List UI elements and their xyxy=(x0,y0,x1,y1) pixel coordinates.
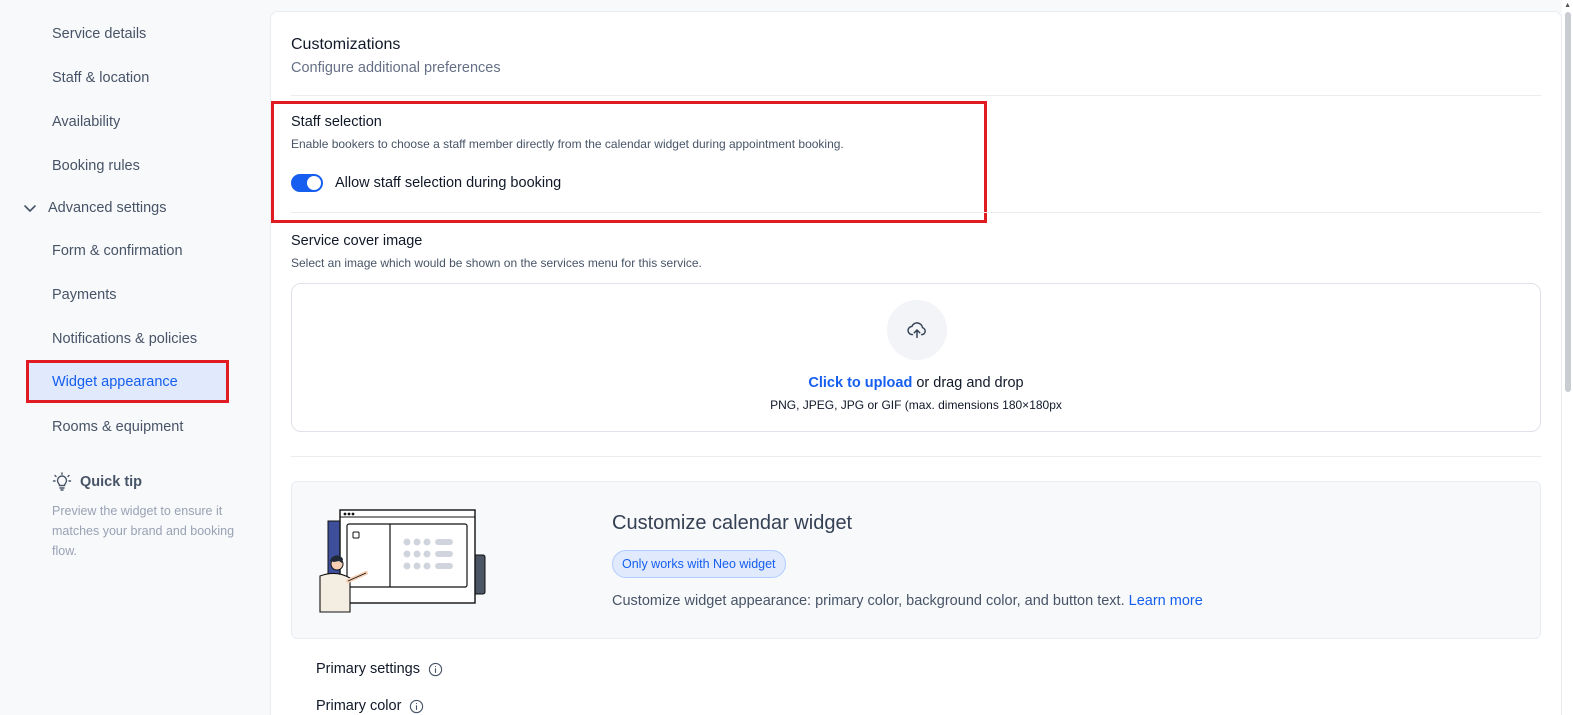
neo-widget-badge: Only works with Neo widget xyxy=(612,550,786,578)
calendar-widget-description-text: Customize widget appearance: primary col… xyxy=(612,593,1129,609)
quick-tip-text: Preview the widget to ensure it matches … xyxy=(52,504,235,558)
info-icon[interactable] xyxy=(428,662,443,677)
upload-hint: PNG, JPEG, JPG or GIF (max. dimensions 1… xyxy=(770,398,1062,412)
sidebar-item-availability[interactable]: Availability xyxy=(52,114,120,130)
sidebar-item-booking-rules[interactable]: Booking rules xyxy=(52,158,140,174)
lightbulb-icon xyxy=(52,472,72,491)
sidebar-item-rooms-equipment[interactable]: Rooms & equipment xyxy=(52,419,183,435)
calendar-widget-description: Customize widget appearance: primary col… xyxy=(612,593,1203,609)
upload-instructions: Click to upload or drag and drop xyxy=(292,375,1540,391)
staff-selection-toggle[interactable] xyxy=(291,174,323,192)
quick-tip-title: Quick tip xyxy=(80,474,143,490)
learn-more-link[interactable]: Learn more xyxy=(1129,593,1203,609)
upload-icon-wrap xyxy=(887,300,947,360)
primary-color-label: Primary color xyxy=(316,698,402,714)
chevron-down-icon xyxy=(24,205,36,212)
primary-settings-heading: Primary settings xyxy=(316,661,443,677)
cover-image-dropzone[interactable]: Click to upload or drag and drop PNG, JP… xyxy=(291,283,1541,432)
click-to-upload-link[interactable]: Click to upload xyxy=(808,375,912,391)
scroll-up-arrow-icon[interactable]: ▲ xyxy=(1564,2,1571,10)
primary-color-heading: Primary color xyxy=(316,698,424,714)
cover-image-description: Select an image which would be shown on … xyxy=(291,256,702,270)
scrollbar-thumb[interactable] xyxy=(1565,12,1571,392)
staff-selection-toggle-label: Allow staff selection during booking xyxy=(335,175,562,191)
calendar-widget-title: Customize calendar widget xyxy=(612,512,853,534)
staff-selection-toggle-row[interactable]: Allow staff selection during booking xyxy=(291,174,561,192)
staff-selection-title: Staff selection xyxy=(291,114,382,130)
sidebar-item-staff-location[interactable]: Staff & location xyxy=(52,70,149,86)
primary-settings-label: Primary settings xyxy=(316,661,420,677)
customizations-panel: Customizations Configure additional pref… xyxy=(270,11,1562,715)
page-title: Customizations xyxy=(291,36,401,53)
sidebar-item-widget-appearance[interactable]: Widget appearance xyxy=(26,360,229,403)
sidebar-group-label: Advanced settings xyxy=(48,200,167,216)
sidebar-item-form-confirmation[interactable]: Form & confirmation xyxy=(52,243,183,259)
widget-illustration xyxy=(319,509,486,613)
upload-drag-text: or drag and drop xyxy=(912,375,1024,391)
sidebar: Service details Staff & location Availab… xyxy=(0,0,270,715)
sidebar-item-payments[interactable]: Payments xyxy=(52,287,116,303)
sidebar-item-service-details[interactable]: Service details xyxy=(52,26,146,42)
page-subtitle: Configure additional preferences xyxy=(291,60,501,76)
calendar-widget-card: Customize calendar widget Only works wit… xyxy=(291,481,1541,639)
scrollbar[interactable]: ▲ xyxy=(1562,0,1573,715)
staff-selection-description: Enable bookers to choose a staff member … xyxy=(291,137,844,151)
toggle-knob xyxy=(307,176,321,190)
quick-tip: Quick tip Preview the widget to ensure i… xyxy=(52,472,242,561)
cloud-upload-icon xyxy=(907,322,926,339)
sidebar-group-advanced-settings[interactable]: Advanced settings xyxy=(22,200,167,216)
info-icon[interactable] xyxy=(409,699,424,714)
cover-image-title: Service cover image xyxy=(291,233,423,249)
divider xyxy=(291,456,1541,457)
divider xyxy=(291,95,1541,96)
sidebar-item-notifications-policies[interactable]: Notifications & policies xyxy=(52,331,197,347)
divider xyxy=(291,212,1541,213)
